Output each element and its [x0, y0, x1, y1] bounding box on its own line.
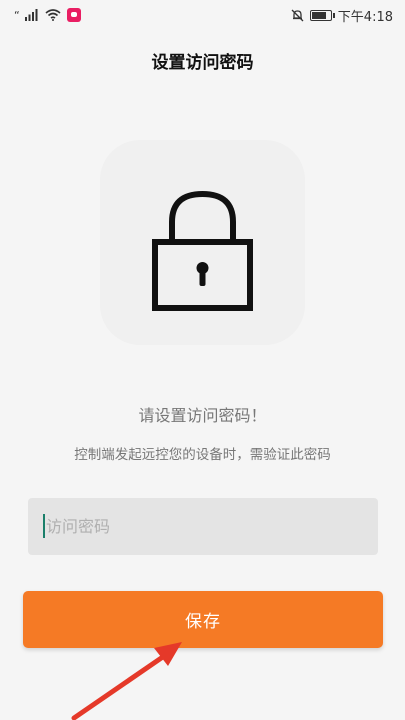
mute-bell-icon: [291, 9, 304, 21]
status-quote: “: [14, 8, 20, 22]
prompt-title: 请设置访问密码！: [138, 406, 267, 425]
wifi-icon: [45, 9, 61, 21]
status-bar-right: 下午4:18: [291, 6, 393, 25]
battery-icon: [309, 9, 335, 21]
app-notification-icon: [66, 8, 81, 22]
text-caret: [43, 514, 45, 538]
page-title: 设置访问密码: [151, 53, 254, 73]
password-input[interactable]: [28, 498, 378, 555]
status-bar-left: “: [14, 8, 81, 22]
signal-icon: [24, 9, 38, 21]
annotation-arrow-icon: [71, 642, 182, 720]
lock-icon: [152, 190, 253, 311]
status-bar: “ 下午4:18: [0, 0, 405, 30]
prompt-subtitle: 控制端发起远控您的设备时，需验证此密码: [74, 447, 331, 463]
screen: “ 下午4:18 设置访问密码 请设置访问密码！ 控制端发起远控您的设备时，需验…: [0, 0, 405, 720]
status-time: 下午4:18: [337, 9, 393, 25]
